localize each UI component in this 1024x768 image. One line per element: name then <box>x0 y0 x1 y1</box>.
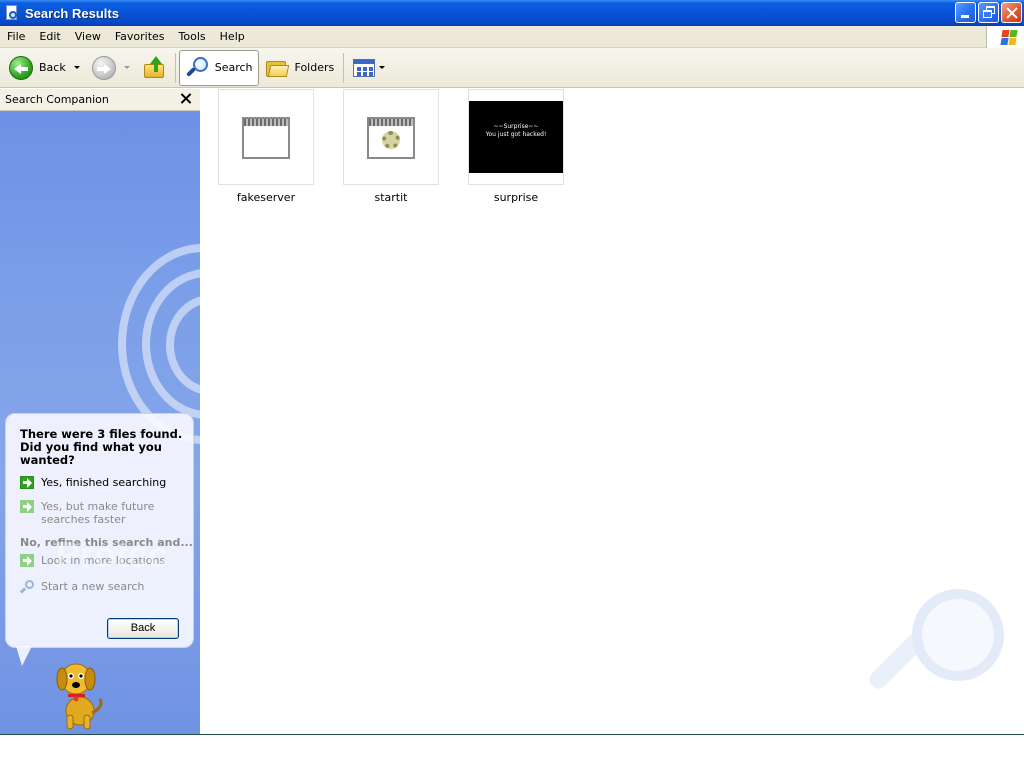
close-button[interactable] <box>1001 2 1022 23</box>
menu-bar: File Edit View Favorites Tools Help <box>0 26 1024 48</box>
menu-tools[interactable]: Tools <box>172 26 213 48</box>
back-label: Back <box>39 61 66 74</box>
file-item-fakeserver[interactable]: fakeserver <box>217 89 315 204</box>
file-thumbnail: ~~Surprise~~ You just got hacked! <box>468 89 564 185</box>
toolbar-separator <box>174 52 176 83</box>
views-icon <box>353 58 376 77</box>
toolbar: Back Search Folders <box>0 48 1024 88</box>
toolbar-separator <box>343 52 345 83</box>
menu-file[interactable]: File <box>0 26 32 48</box>
search-dog-icon[interactable] <box>50 659 108 731</box>
search-companion-pane: Search Companion There were 3 files foun… <box>0 89 202 734</box>
window-title: Search Results <box>25 5 119 21</box>
balloon-back-button[interactable]: Back <box>107 618 179 639</box>
views-toolbar-button[interactable] <box>347 50 391 86</box>
window-icon <box>242 117 290 159</box>
back-dropdown-icon[interactable] <box>73 66 80 69</box>
search-label: Search <box>214 61 253 74</box>
gear-icon <box>382 131 400 149</box>
menu-help[interactable]: Help <box>213 26 252 48</box>
option-faster-searches[interactable]: Yes, but make future searches faster <box>20 500 190 526</box>
restore-button[interactable] <box>978 2 999 23</box>
results-question: There were 3 files found. Did you find w… <box>20 427 183 467</box>
option-label: Yes, but make future searches faster <box>41 500 155 526</box>
folders-icon <box>265 57 289 79</box>
file-name: surprise <box>493 191 539 204</box>
folders-label: Folders <box>294 61 335 74</box>
option-label: Start a new search <box>41 580 145 593</box>
file-name: fakeserver <box>236 191 296 204</box>
up-folder-button[interactable] <box>136 50 172 86</box>
pane-header: Search Companion <box>0 89 200 111</box>
forward-dropdown-icon[interactable] <box>123 66 130 69</box>
window-gear-icon <box>367 117 415 159</box>
file-item-surprise[interactable]: ~~Surprise~~ You just got hacked! surpri… <box>467 89 565 204</box>
preview-line: ~~Surprise~~ <box>493 123 539 130</box>
menu-favorites[interactable]: Favorites <box>108 26 172 48</box>
views-dropdown-icon[interactable] <box>379 66 386 69</box>
minimize-icon <box>961 15 969 18</box>
back-toolbar-button[interactable]: Back <box>3 50 86 86</box>
file-thumbnail <box>218 89 314 185</box>
image-thumbnail: ~~Surprise~~ You just got hacked! <box>469 101 563 173</box>
green-arrow-icon <box>20 500 34 513</box>
search-icon <box>19 580 34 594</box>
search-companion-balloon: There were 3 files found. Did you find w… <box>5 413 194 648</box>
search-results-view[interactable]: fakeserver startit ~~Surprise~~ You just… <box>204 89 1024 734</box>
menu-edit[interactable]: Edit <box>32 26 67 48</box>
title-bar[interactable]: Search Results <box>0 0 1024 26</box>
folder-up-icon <box>142 55 166 80</box>
windows-logo-icon <box>986 26 1024 48</box>
preview-line: You just got hacked! <box>485 131 547 138</box>
option-finished-searching[interactable]: Yes, finished searching <box>20 476 190 489</box>
file-item-startit[interactable]: startit <box>342 89 440 204</box>
back-arrow-icon <box>9 55 33 80</box>
folders-toolbar-button[interactable]: Folders <box>259 50 341 86</box>
close-pane-icon[interactable] <box>179 92 193 106</box>
search-icon <box>185 56 209 80</box>
search-results-icon <box>4 5 20 21</box>
search-toolbar-button[interactable]: Search <box>178 49 259 86</box>
option-new-search[interactable]: Start a new search <box>19 580 190 594</box>
file-thumbnail <box>343 89 439 185</box>
forward-arrow-icon <box>91 55 116 80</box>
magnifier-watermark-icon <box>865 589 1004 729</box>
option-label: Yes, finished searching <box>41 476 167 489</box>
file-name: startit <box>374 191 408 204</box>
status-bar <box>0 734 1024 768</box>
green-arrow-icon <box>20 554 34 567</box>
balloon-tail <box>16 646 32 666</box>
menu-view[interactable]: View <box>68 26 108 48</box>
minimize-button[interactable] <box>955 2 976 23</box>
watermark-text: Protec <box>56 534 169 575</box>
forward-toolbar-button[interactable] <box>86 50 136 86</box>
pane-title: Search Companion <box>5 93 109 106</box>
green-arrow-icon <box>20 476 34 489</box>
